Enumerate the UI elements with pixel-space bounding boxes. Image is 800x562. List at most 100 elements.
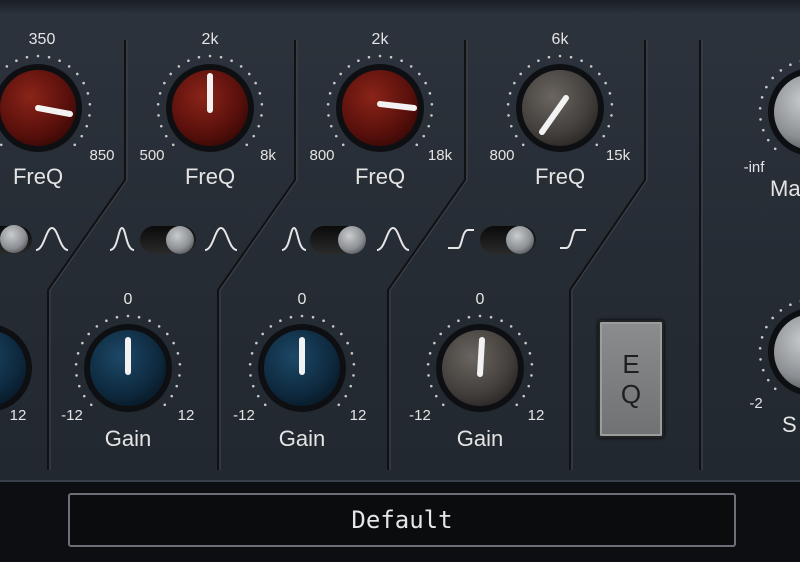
tick-dot (379, 55, 382, 58)
tick-dot (429, 92, 432, 95)
tick-dot (352, 374, 355, 377)
tick-dot (175, 385, 178, 388)
tick-dot (178, 65, 181, 68)
tick-dot (771, 77, 774, 80)
tick-dot (245, 143, 248, 146)
tick-dot (80, 135, 83, 138)
tick-dot (209, 55, 212, 58)
freq-knob-band4[interactable] (507, 55, 613, 152)
gain-range-max: 12 (178, 407, 195, 424)
tick-dot (427, 363, 430, 366)
tick-dot (166, 333, 169, 336)
tick-dot (518, 333, 521, 336)
tick-dot (83, 395, 86, 398)
shape-toggle-band4[interactable] (480, 226, 536, 254)
gain-knob-label: Gain (279, 426, 325, 451)
tick-dot (249, 374, 252, 377)
narrow-bell-icon (282, 228, 306, 250)
gain-knob-band2[interactable] (75, 315, 181, 412)
eq-toggle-button[interactable]: E Q (598, 320, 664, 438)
tick-dot (160, 125, 163, 128)
tick-dot (789, 63, 792, 66)
preset-name: Default (351, 506, 452, 534)
tick-dot (87, 333, 90, 336)
master-range-min: -inf (744, 159, 766, 176)
freq-range-min: 500 (139, 147, 164, 164)
tick-dot (138, 316, 141, 319)
shape-toggle-band3[interactable] (310, 226, 366, 254)
tick-dot (442, 403, 445, 406)
bell-icon (205, 228, 237, 250)
tick-dot (251, 352, 254, 355)
shape-toggle-band1[interactable] (0, 225, 32, 254)
tick-dot (510, 325, 513, 328)
tick-dot (400, 59, 403, 62)
tick-dot (75, 363, 78, 366)
second-knob[interactable] (759, 299, 800, 396)
tick-dot (87, 92, 90, 95)
tick-dot (178, 374, 181, 377)
master-knob[interactable] (759, 59, 800, 156)
tick-dot (759, 107, 762, 110)
tick-dot (789, 303, 792, 306)
tick-dot (335, 135, 338, 138)
tick-dot (342, 143, 345, 146)
tick-dot (82, 82, 85, 85)
tick-dot (774, 387, 777, 390)
tick-dot (261, 103, 264, 106)
tick-dot (761, 96, 764, 99)
gain-range-min: -12 (409, 407, 431, 424)
gain-knob-band1[interactable] (0, 324, 32, 412)
eq-button-line2: Q (621, 379, 641, 409)
tick-dot (509, 92, 512, 95)
tick-dot (435, 395, 438, 398)
tick-dot (515, 403, 518, 406)
tick-dot (515, 135, 518, 138)
tick-dot (257, 125, 260, 128)
freq-range-max: 18k (428, 147, 453, 164)
tick-dot (261, 333, 264, 336)
tick-dot (344, 395, 347, 398)
panel-graphics: 350 850 FreQ 2k 500 8k FreQ 2k 800 18k F… (0, 0, 800, 480)
gain-knob-label: Gain (457, 426, 503, 451)
freq-max-label: 2k (372, 31, 390, 48)
tick-dot (479, 315, 482, 318)
tick-dot (762, 129, 765, 132)
tick-dot (610, 114, 613, 117)
tick-dot (519, 73, 522, 76)
tick-dot (468, 316, 471, 319)
tick-dot (165, 135, 168, 138)
tick-dot (163, 403, 166, 406)
tick-dot (264, 403, 267, 406)
freq-knob-band2[interactable] (157, 55, 263, 152)
tick-dot (759, 358, 762, 361)
tick-dot (340, 333, 343, 336)
tick-dot (590, 65, 593, 68)
gain-knob-band3[interactable] (249, 315, 355, 412)
tick-dot (332, 325, 335, 328)
freq-knob-label: FreQ (185, 164, 235, 189)
freq-knob-label: FreQ (13, 164, 63, 189)
tick-dot (270, 325, 273, 328)
preset-selector[interactable]: Default (68, 493, 736, 547)
tick-dot (765, 326, 768, 329)
knob-pointer (380, 104, 414, 108)
tick-dot (759, 118, 762, 121)
tick-dot (240, 65, 243, 68)
tick-dot (248, 73, 251, 76)
tick-dot (172, 143, 175, 146)
tick-dot (529, 352, 532, 355)
tick-dot (76, 73, 79, 76)
bell-icon (36, 228, 68, 250)
gain-zero-label: 0 (124, 291, 133, 308)
freq-knob-band1[interactable] (0, 55, 91, 152)
tick-dot (598, 73, 601, 76)
freq-knob-band3[interactable] (327, 55, 433, 152)
tick-dot (607, 125, 610, 128)
gain-knob-band4[interactable] (427, 315, 533, 412)
freq-range-max: 850 (89, 147, 114, 164)
tick-dot (348, 65, 351, 68)
tick-dot (424, 82, 427, 85)
shape-toggle-band2[interactable] (140, 226, 196, 254)
tick-dot (410, 65, 413, 68)
